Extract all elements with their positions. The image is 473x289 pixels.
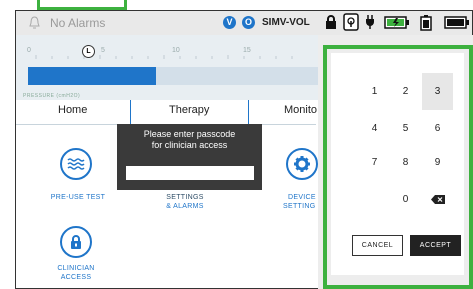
- key-2[interactable]: 2: [390, 73, 421, 110]
- tab-monitor[interactable]: Monito: [284, 104, 317, 116]
- tab-divider: [130, 100, 131, 124]
- tick-label-5: 5: [101, 47, 105, 54]
- backspace-icon: [430, 195, 445, 204]
- accept-button[interactable]: ACCEPT: [410, 235, 461, 256]
- ventilation-mode: SIMV-VOL: [262, 17, 310, 28]
- key-1[interactable]: 1: [359, 73, 390, 110]
- key-0[interactable]: 0: [390, 181, 421, 218]
- prompt-line2: for clinician access: [151, 140, 228, 150]
- top-highlight-frame: [37, 0, 127, 10]
- plug-icon: [366, 15, 374, 29]
- battery-vertical-icon: [420, 15, 432, 31]
- prompt-line1: Please enter passcode: [143, 129, 236, 139]
- device-label-line2: SETTING: [283, 203, 316, 210]
- pressure-bar-fill: [28, 67, 156, 85]
- key-6[interactable]: 6: [422, 110, 453, 147]
- settings-alarms-button[interactable]: SETTINGS & ALARMS: [150, 193, 220, 211]
- tick-label-0: 0: [27, 47, 31, 54]
- wave-icon: [60, 148, 92, 180]
- v-badge: V: [223, 16, 236, 29]
- clinician-label-line1: CLINICIAN: [57, 265, 95, 272]
- settings-label-line2: & ALARMS: [166, 203, 204, 210]
- device-settings-label: DEVICE SETTING: [283, 193, 323, 211]
- pre-use-test-button[interactable]: [60, 148, 92, 180]
- key-3[interactable]: 3: [422, 73, 453, 110]
- alarm-status[interactable]: No Alarms: [50, 16, 105, 30]
- tick-label-15: 15: [243, 47, 251, 54]
- lock-icon[interactable]: [324, 14, 338, 30]
- settings-label-line1: SETTINGS: [166, 194, 204, 201]
- cancel-button[interactable]: CANCEL: [352, 235, 403, 256]
- device-label-line1: DEVICE: [288, 194, 316, 201]
- o-badge: O: [242, 16, 255, 29]
- key-5[interactable]: 5: [390, 110, 421, 147]
- passcode-dialog: Please enter passcode for clinician acce…: [117, 124, 262, 190]
- key-7[interactable]: 7: [359, 144, 390, 181]
- device-settings-button[interactable]: [286, 148, 318, 180]
- tab-divider: [248, 100, 249, 124]
- touch-lock-icon[interactable]: [343, 13, 359, 31]
- lock-icon: [60, 226, 92, 258]
- pre-use-test-label: PRE-USE TEST: [50, 194, 106, 201]
- bell-icon: [29, 16, 40, 29]
- clinician-access-button[interactable]: [60, 226, 92, 258]
- passcode-input[interactable]: [126, 166, 254, 180]
- clinician-label-line2: ACCESS: [60, 274, 92, 281]
- passcode-prompt: Please enter passcode for clinician acce…: [117, 129, 262, 151]
- tab-therapy[interactable]: Therapy: [169, 104, 209, 116]
- pressure-scale-ticks: [35, 55, 293, 59]
- backspace-key[interactable]: [422, 181, 453, 218]
- tab-home[interactable]: Home: [58, 104, 87, 116]
- key-9[interactable]: 9: [422, 144, 453, 181]
- clinician-access-label: CLINICIAN ACCESS: [46, 264, 106, 282]
- key-4[interactable]: 4: [359, 110, 390, 147]
- tick-label-10: 10: [172, 47, 180, 54]
- key-8[interactable]: 8: [390, 144, 421, 181]
- gear-icon: [286, 148, 318, 180]
- charging-battery-icon: [384, 16, 409, 29]
- low-limit-marker: L: [82, 45, 95, 58]
- pressure-label: PRESSURE (cmH2O): [23, 93, 81, 99]
- battery-icon: [444, 16, 469, 29]
